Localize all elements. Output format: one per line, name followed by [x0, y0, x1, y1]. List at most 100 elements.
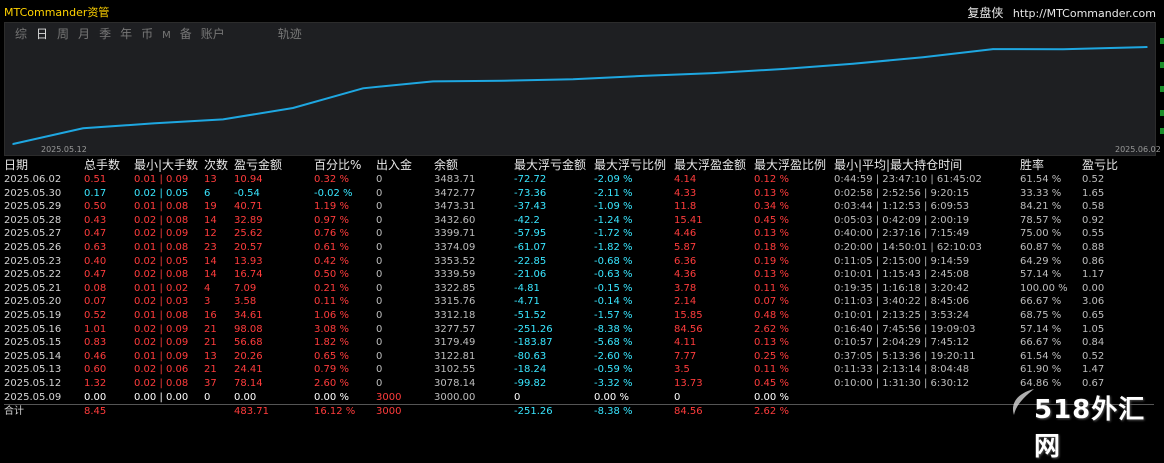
cell-max-float-profit: 0 — [674, 391, 681, 403]
cell-hold-time — [834, 404, 1020, 419]
cell-max-float-loss: -42.2 — [514, 214, 540, 226]
header-pnl[interactable]: 盈亏金额 — [234, 157, 314, 173]
brand-name: 复盘侠 — [967, 6, 1004, 20]
cell-max-float-loss-pct: -3.32 % — [594, 377, 633, 389]
scrollbar-marks[interactable] — [1158, 38, 1164, 138]
cell-pl-ratio: 1.65 — [1082, 187, 1105, 199]
table-row[interactable]: 2025.05.12 1.32 0.02 | 0.08 37 78.14 2.60 % 0 3… — [4, 377, 1154, 391]
cell-max-float-loss: -22.85 — [514, 255, 547, 267]
cell-trades: 6 — [204, 187, 211, 199]
cell-balance: 3277.57 — [434, 323, 476, 335]
tab-1[interactable]: 日 — [36, 25, 48, 42]
cell-hold-time: 0:02:58 | 2:52:56 | 9:20:15 — [834, 187, 970, 199]
table-row[interactable]: 2025.05.13 0.60 0.02 | 0.06 21 24.41 0.79 % 0 3… — [4, 363, 1154, 377]
cell-win-rate: 66.67 % — [1020, 337, 1062, 349]
equity-point-8 — [572, 78, 574, 81]
cell-hold-time: 0:44:59 | 23:47:10 | 61:45:02 — [834, 174, 982, 185]
cell-deposit: 0 — [376, 255, 383, 267]
table-row[interactable]: 2025.05.16 1.01 0.02 | 0.09 21 98.08 3.08 % 0 3… — [4, 323, 1154, 337]
cell-balance: 3315.76 — [434, 296, 476, 308]
total-row[interactable]: 合计 8.45 483.71 16.12 % 3000 -251.26 -8.38 % 84.… — [4, 404, 1154, 419]
header-max-float-profit[interactable]: 最大浮盈金额 — [674, 157, 754, 173]
table-row[interactable]: 2025.05.14 0.46 0.01 | 0.09 13 20.26 0.65 % 0 3… — [4, 350, 1154, 364]
tab-7[interactable]: M — [162, 30, 171, 41]
table-row[interactable]: 2025.05.30 0.17 0.02 | 0.05 6 -0.54 -0.02 % 0 3… — [4, 187, 1154, 201]
header-hold-time[interactable]: 最小|平均|最大持仓时间 — [834, 157, 1020, 173]
table-row[interactable]: 2025.05.15 0.83 0.02 | 0.09 21 56.68 1.82 % 0 3… — [4, 336, 1154, 350]
cell-trades: 13 — [204, 350, 217, 362]
table-row[interactable]: 2025.05.26 0.63 0.01 | 0.08 23 20.57 0.61 % 0 3… — [4, 241, 1154, 255]
table-row[interactable]: 2025.05.09 0.00 0.00 | 0.00 0 0.00 0.00 % 3000… — [4, 391, 1154, 405]
cell-win-rate: 57.14 % — [1020, 323, 1062, 335]
equity-line-chart — [12, 46, 1148, 145]
tab-3[interactable]: 月 — [78, 25, 90, 42]
cell-balance: 3102.55 — [434, 364, 476, 376]
cell-max-float-loss-pct: -8.38 % — [594, 323, 633, 335]
tab-0[interactable]: 综 — [15, 25, 27, 42]
tab-4[interactable]: 季 — [99, 25, 111, 42]
cell-max-float-profit: 3.5 — [674, 364, 690, 376]
cell-balance: 3000.00 — [434, 391, 476, 403]
table-header: 日期 总手数 最小|大手数 次数 盈亏金额 百分比% 出入金 余额 最大浮亏金额 最大浮亏比例 最大… — [4, 157, 1154, 173]
cell-max-float-profit-pct: 0.12 % — [754, 174, 789, 185]
cell-win-rate: 68.75 % — [1020, 309, 1062, 321]
table-row[interactable]: 2025.05.21 0.08 0.01 | 0.02 4 7.09 0.21 % 0 332… — [4, 282, 1154, 296]
table-row[interactable]: 2025.05.22 0.47 0.02 | 0.08 14 16.74 0.50 % 0 3… — [4, 268, 1154, 282]
table-row[interactable]: 2025.05.29 0.50 0.01 | 0.08 19 40.71 1.19 % 0 3… — [4, 200, 1154, 214]
header-date[interactable]: 日期 — [4, 157, 84, 173]
cell-hold-time: 0:05:03 | 0:42:09 | 2:00:19 — [834, 214, 970, 226]
cell-pct: 0.76 % — [314, 228, 349, 240]
cell-pl-ratio: 0.52 — [1082, 350, 1105, 362]
cell-min-max-lots: 0.01 | 0.08 — [134, 201, 189, 213]
cell-pct: 0.32 % — [314, 174, 349, 185]
cell-balance — [434, 404, 514, 419]
header-deposit[interactable]: 出入金 — [376, 157, 434, 173]
cell-max-float-loss-pct: 0.00 % — [594, 391, 629, 403]
cell-max-float-loss: -72.72 — [514, 174, 547, 185]
cell-total-lots: 8.45 — [84, 404, 134, 419]
header-balance[interactable]: 余额 — [434, 157, 514, 173]
cell-win-rate: 78.57 % — [1020, 214, 1062, 226]
tab-2[interactable]: 周 — [57, 25, 69, 42]
header-pct[interactable]: 百分比% — [314, 157, 376, 173]
header-pl-ratio[interactable]: 盈亏比 — [1082, 157, 1154, 173]
cell-max-float-loss: -4.71 — [514, 296, 540, 308]
cell-min-max-lots: 0.02 | 0.06 — [134, 364, 189, 376]
cell-win-rate: 61.90 % — [1020, 364, 1062, 376]
tab-8[interactable]: 备 — [180, 25, 192, 42]
cell-deposit: 0 — [376, 214, 383, 226]
cell-pnl: 10.94 — [234, 174, 263, 185]
header-max-float-loss[interactable]: 最大浮亏金额 — [514, 157, 594, 173]
table-row[interactable]: 2025.05.20 0.07 0.02 | 0.03 3 3.58 0.11 % 0 331… — [4, 295, 1154, 309]
tab-10[interactable]: 轨迹 — [278, 25, 302, 42]
brand-url[interactable]: http://MTCommander.com — [1013, 7, 1156, 20]
cell-pnl: 20.57 — [234, 241, 263, 253]
tab-5[interactable]: 年 — [120, 25, 132, 42]
tab-6[interactable]: 币 — [141, 25, 153, 42]
header-min-max-lots[interactable]: 最小|大手数 — [134, 157, 204, 173]
cell-min-max-lots: 0.01 | 0.02 — [134, 282, 189, 294]
table-row[interactable]: 2025.05.23 0.40 0.02 | 0.05 14 13.93 0.42 % 0 3… — [4, 255, 1154, 269]
header-trades[interactable]: 次数 — [204, 157, 234, 173]
cell-pct: 0.50 % — [314, 269, 349, 281]
cell-max-float-loss: -80.63 — [514, 350, 547, 362]
cell-pl-ratio: 0.86 — [1082, 255, 1105, 267]
equity-point-11 — [782, 68, 784, 70]
cell-max-float-loss-pct: -1.09 % — [594, 201, 633, 213]
equity-point-13 — [922, 56, 924, 59]
table-row[interactable]: 2025.05.28 0.43 0.02 | 0.08 14 32.89 0.97 % 0 3… — [4, 214, 1154, 228]
table-row[interactable]: 2025.05.19 0.52 0.01 | 0.08 16 34.61 1.06 % 0 3… — [4, 309, 1154, 323]
cell-pct: 16.12 % — [314, 404, 376, 419]
table-row[interactable]: 2025.06.02 0.51 0.01 | 0.09 13 10.94 0.32 % 0 3… — [4, 173, 1154, 187]
cell-total-lots: 0.40 — [84, 255, 107, 267]
header-win-rate[interactable]: 胜率 — [1020, 157, 1082, 173]
header-max-float-profit-pct[interactable]: 最大浮盈比例 — [754, 157, 834, 173]
header-max-float-loss-pct[interactable]: 最大浮亏比例 — [594, 157, 674, 173]
header-total-lots[interactable]: 总手数 — [84, 157, 134, 173]
cell-max-float-profit-pct: 0.45 % — [754, 214, 789, 226]
tab-9[interactable]: 账户 — [201, 25, 225, 42]
cell-max-float-loss-pct: -2.60 % — [594, 350, 633, 362]
cell-balance: 3179.49 — [434, 337, 476, 349]
table-row[interactable]: 2025.05.27 0.47 0.02 | 0.09 12 25.62 0.76 % 0 3… — [4, 227, 1154, 241]
cell-pl-ratio: 0.65 — [1082, 309, 1105, 321]
